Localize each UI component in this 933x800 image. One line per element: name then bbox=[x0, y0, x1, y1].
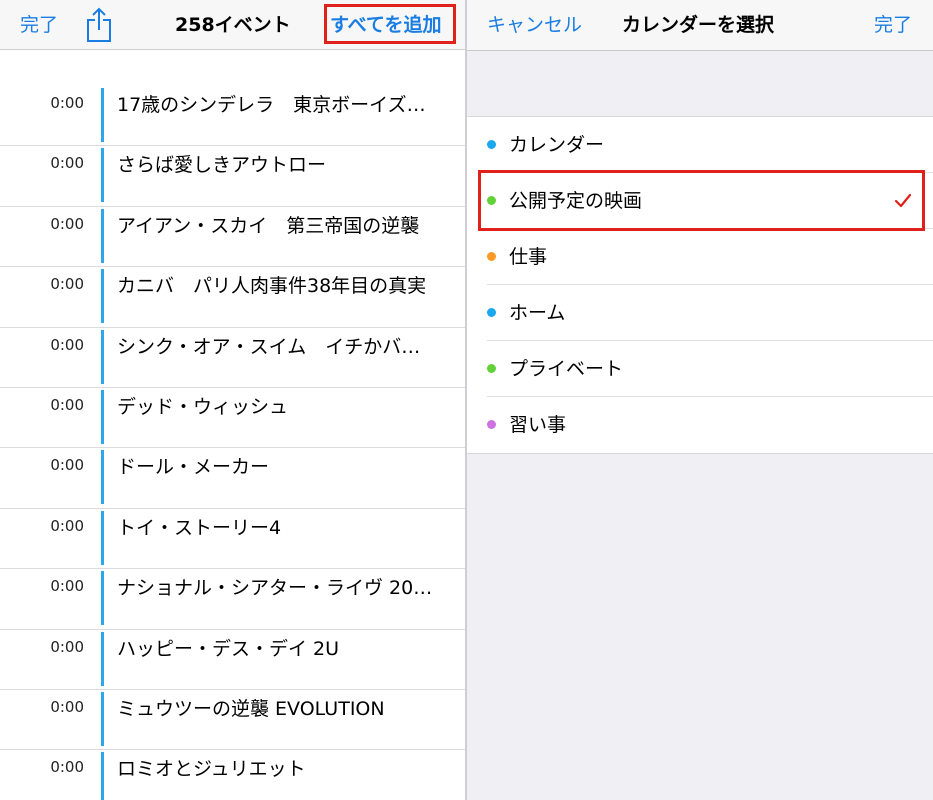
event-time: 0:00 bbox=[50, 214, 84, 233]
event-title: デッド・ウィッシュ bbox=[117, 395, 289, 418]
event-title: ロミオとジュリエット bbox=[117, 758, 306, 781]
done-button-right[interactable]: 完了 bbox=[874, 0, 912, 50]
calendar-picker-pane: キャンセル カレンダーを選択 完了 カレンダー 公開予定の映画 仕事 ホーム プライベー… bbox=[467, 0, 933, 800]
calendar-color-dot bbox=[487, 364, 496, 373]
calendar-color-bar bbox=[101, 88, 104, 142]
event-time: 0:00 bbox=[50, 456, 84, 475]
event-row[interactable]: 0:00 トイ・ストーリー4 bbox=[0, 509, 465, 570]
calendar-row[interactable]: 仕事 bbox=[467, 229, 933, 285]
right-navigation-bar: キャンセル カレンダーを選択 完了 bbox=[467, 0, 933, 51]
calendar-color-bar bbox=[101, 389, 104, 444]
calendar-label: ホーム bbox=[509, 302, 566, 324]
calendar-label: プライベート bbox=[509, 358, 624, 380]
event-title: ナショナル・シアター・ライヴ 20… bbox=[117, 577, 433, 600]
calendar-color-bar bbox=[101, 148, 104, 203]
event-row[interactable]: 0:00 さらば愛しきアウトロー bbox=[0, 146, 465, 207]
event-row[interactable]: 0:00 デッド・ウィッシュ bbox=[0, 388, 465, 449]
event-title: トイ・ストーリー4 bbox=[117, 516, 282, 539]
calendar-color-dot bbox=[487, 252, 496, 261]
calendar-color-bar bbox=[101, 510, 104, 565]
done-button-left[interactable]: 完了 bbox=[20, 0, 58, 50]
calendar-color-bar bbox=[101, 269, 104, 324]
event-title: さらば愛しきアウトロー bbox=[117, 154, 327, 177]
event-time: 0:00 bbox=[50, 335, 84, 354]
event-time: 0:00 bbox=[50, 154, 84, 173]
calendar-row[interactable]: カレンダー bbox=[467, 117, 933, 173]
calendar-color-dot bbox=[487, 308, 496, 317]
calendar-row[interactable]: ホーム bbox=[467, 285, 933, 341]
event-title: シンク・オア・スイム イチかバ… bbox=[117, 335, 421, 358]
event-row[interactable]: 0:00 ロミオとジュリエット bbox=[0, 750, 465, 800]
add-all-button[interactable]: すべてを追加 bbox=[330, 0, 442, 50]
event-row[interactable]: 0:00 シンク・オア・スイム イチかバ… bbox=[0, 328, 465, 388]
event-row[interactable]: 0:00 17歳のシンデレラ 東京ボーイズ… bbox=[0, 86, 465, 147]
calendar-list: カレンダー 公開予定の映画 仕事 ホーム プライベート 習い事 bbox=[467, 116, 933, 454]
event-title: ドール・メーカー bbox=[117, 456, 270, 479]
event-row[interactable]: 0:00 カニバ パリ人肉事件38年目の真実 bbox=[0, 267, 465, 328]
event-row[interactable]: 0:00 ドール・メーカー bbox=[0, 448, 465, 509]
event-list-pane: 完了 258イベント すべてを追加 0:00 17歳のシンデレラ 東京ボーイズ… 0… bbox=[0, 0, 465, 800]
event-title: ハッピー・デス・デイ 2U bbox=[117, 637, 340, 660]
calendar-picker-title: カレンダーを選択 bbox=[622, 14, 775, 36]
calendar-color-bar bbox=[101, 571, 104, 626]
cancel-button[interactable]: キャンセル bbox=[487, 0, 582, 50]
calendar-color-dot bbox=[487, 140, 496, 149]
event-row[interactable]: 0:00 ナショナル・シアター・ライヴ 20… bbox=[0, 569, 465, 630]
event-time: 0:00 bbox=[50, 395, 84, 414]
calendar-color-bar bbox=[101, 208, 104, 263]
event-time: 0:00 bbox=[50, 758, 84, 777]
calendar-color-bar bbox=[101, 631, 104, 686]
event-row[interactable]: 0:00 アイアン・スカイ 第三帝国の逆襲 bbox=[0, 207, 465, 268]
event-time: 0:00 bbox=[50, 516, 84, 535]
event-count-title: 258イベント bbox=[175, 14, 291, 36]
event-title: アイアン・スカイ 第三帝国の逆襲 bbox=[117, 214, 420, 237]
calendar-row[interactable]: 習い事 bbox=[467, 397, 933, 453]
selected-calendar-highlight-box bbox=[478, 170, 925, 231]
event-row[interactable]: 0:00 ハッピー・デス・デイ 2U bbox=[0, 630, 465, 690]
calendar-label: カレンダー bbox=[509, 134, 605, 156]
event-row[interactable]: 0:00 ミュウツーの逆襲 EVOLUTION bbox=[0, 690, 465, 751]
event-title: 17歳のシンデレラ 東京ボーイズ… bbox=[117, 94, 426, 116]
calendar-color-dot bbox=[487, 420, 496, 429]
event-title: カニバ パリ人肉事件38年目の真実 bbox=[117, 275, 427, 298]
share-icon[interactable] bbox=[85, 6, 113, 44]
calendar-label: 習い事 bbox=[509, 414, 567, 436]
event-time: 0:00 bbox=[50, 637, 84, 656]
calendar-color-bar bbox=[101, 450, 104, 505]
event-time: 0:00 bbox=[50, 577, 84, 596]
calendar-label: 仕事 bbox=[509, 246, 548, 268]
calendar-color-bar bbox=[101, 691, 104, 746]
event-time: 0:00 bbox=[50, 275, 84, 294]
calendar-color-bar bbox=[101, 752, 104, 800]
event-time: 0:00 bbox=[50, 94, 84, 112]
event-list: 0:00 17歳のシンデレラ 東京ボーイズ… 0:00 さらば愛しきアウトロー 0:00… bbox=[0, 86, 465, 800]
calendar-color-bar bbox=[101, 329, 104, 384]
calendar-row[interactable]: プライベート bbox=[467, 341, 933, 397]
left-navigation-bar: 完了 258イベント すべてを追加 bbox=[0, 0, 465, 50]
event-title: ミュウツーの逆襲 EVOLUTION bbox=[117, 697, 385, 720]
event-time: 0:00 bbox=[50, 697, 84, 716]
